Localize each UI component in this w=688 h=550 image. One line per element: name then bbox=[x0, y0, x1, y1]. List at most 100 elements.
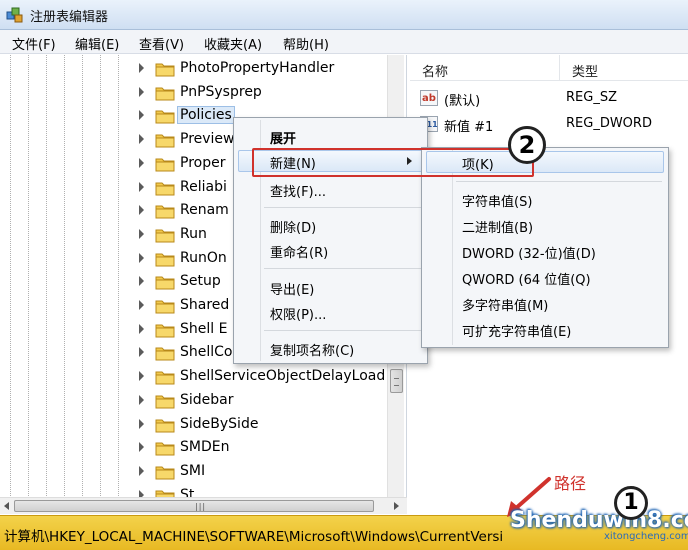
tree-item-label: Setup bbox=[180, 273, 221, 290]
new-submenu: 项(K) 字符串值(S) 二进制值(B) DWORD (32-位)值(D) QW… bbox=[421, 147, 669, 348]
expand-arrow-icon[interactable] bbox=[139, 489, 144, 497]
value-row[interactable]: ab (默认) REG_SZ bbox=[410, 86, 688, 110]
folder-icon bbox=[155, 300, 175, 314]
tree-item[interactable]: St bbox=[0, 484, 390, 497]
expand-arrow-icon[interactable] bbox=[139, 157, 144, 168]
menu-separator bbox=[264, 268, 424, 269]
tree-item-label: Run bbox=[180, 225, 207, 242]
scroll-right-arrow-icon[interactable] bbox=[394, 502, 399, 510]
expand-arrow-icon[interactable] bbox=[139, 252, 144, 263]
sub-qword-value[interactable]: QWORD (64 位值(Q) bbox=[462, 269, 591, 288]
value-type: REG_SZ bbox=[566, 90, 617, 105]
expand-arrow-icon[interactable] bbox=[139, 347, 144, 358]
expand-arrow-icon[interactable] bbox=[139, 394, 144, 405]
expand-arrow-icon[interactable] bbox=[139, 442, 144, 453]
expand-arrow-icon[interactable] bbox=[139, 228, 144, 239]
tree-item-label: Shell E bbox=[180, 320, 228, 337]
tree-item[interactable]: Sidebar bbox=[0, 389, 390, 413]
tree-item[interactable]: ShellServiceObjectDelayLoad bbox=[0, 365, 390, 389]
tree-item-label: RunOn bbox=[180, 249, 227, 266]
tree-item-label: ShellCo bbox=[180, 344, 233, 361]
menu-view[interactable]: 查看(V) bbox=[139, 34, 184, 53]
title-bar: 注册表编辑器 bbox=[0, 0, 688, 30]
tree-item[interactable]: SMI bbox=[0, 460, 390, 484]
tree-item-label: Reliabi bbox=[180, 178, 227, 195]
tree-item[interactable]: SideBySide bbox=[0, 413, 390, 437]
tree-item-label: PnPSysprep bbox=[180, 83, 262, 100]
ctx-permissions[interactable]: 权限(P)... bbox=[270, 304, 326, 323]
ctx-rename[interactable]: 重命名(R) bbox=[270, 242, 328, 261]
step-1-badge: 1 bbox=[614, 486, 648, 520]
expand-arrow-icon[interactable] bbox=[139, 134, 144, 145]
tree-item-label: St bbox=[180, 486, 195, 497]
expand-arrow-icon[interactable] bbox=[139, 418, 144, 429]
expand-arrow-icon[interactable] bbox=[139, 300, 144, 310]
menu-file[interactable]: 文件(F) bbox=[12, 34, 56, 53]
value-type: REG_DWORD bbox=[566, 116, 652, 131]
folder-icon bbox=[155, 87, 175, 101]
string-value-icon: ab bbox=[420, 90, 438, 106]
expand-arrow-icon[interactable] bbox=[139, 110, 144, 121]
tree-horizontal-scrollbar[interactable]: ||| bbox=[0, 497, 407, 514]
folder-icon bbox=[155, 490, 175, 497]
menu-separator bbox=[456, 181, 662, 182]
path-annotation-label: 路径 bbox=[554, 474, 587, 493]
folder-icon bbox=[155, 276, 175, 290]
column-header-type[interactable]: 类型 bbox=[560, 55, 688, 81]
ctx-find[interactable]: 查找(F)... bbox=[270, 181, 326, 200]
tree-item-label: Proper bbox=[180, 154, 226, 171]
tree-item-label: Shared bbox=[180, 297, 230, 313]
expand-arrow-icon[interactable] bbox=[139, 465, 144, 476]
watermark-sub-text: xitongcheng.com bbox=[604, 531, 688, 542]
expand-arrow-icon[interactable] bbox=[139, 276, 144, 287]
menu-gutter bbox=[452, 150, 453, 345]
tree-item[interactable]: PhotoPropertyHandler bbox=[0, 57, 390, 81]
ctx-expand[interactable]: 展开 bbox=[270, 128, 296, 147]
vertical-scroll-thumb[interactable] bbox=[390, 369, 403, 393]
folder-icon bbox=[155, 466, 175, 480]
expand-arrow-icon[interactable] bbox=[139, 181, 144, 192]
folder-icon bbox=[155, 395, 175, 409]
registry-editor-icon bbox=[6, 7, 23, 23]
registry-path: 计算机\HKEY_LOCAL_MACHINE\SOFTWARE\Microsof… bbox=[4, 529, 504, 545]
tree-item-label: SMDEn bbox=[180, 439, 230, 456]
value-name: (默认) bbox=[444, 94, 481, 109]
folder-icon bbox=[155, 63, 175, 77]
window-title: 注册表编辑器 bbox=[30, 10, 109, 25]
folder-icon bbox=[155, 205, 175, 219]
folder-icon bbox=[155, 158, 175, 172]
tree-item[interactable]: SMDEn bbox=[0, 436, 390, 460]
expand-arrow-icon[interactable] bbox=[139, 323, 144, 334]
ctx-copy-key-name[interactable]: 复制项名称(C) bbox=[270, 340, 354, 359]
folder-icon bbox=[155, 371, 175, 385]
sub-string-value[interactable]: 字符串值(S) bbox=[462, 191, 532, 210]
menu-help[interactable]: 帮助(H) bbox=[283, 34, 329, 53]
sub-expandable-string-value[interactable]: 可扩充字符串值(E) bbox=[462, 321, 571, 340]
horizontal-scroll-thumb[interactable]: ||| bbox=[14, 500, 374, 512]
ctx-delete[interactable]: 删除(D) bbox=[270, 217, 316, 236]
tree-item-label: SideBySide bbox=[180, 415, 259, 432]
watermark-main-text: Shenduwin8.com bbox=[510, 508, 688, 533]
expand-arrow-icon[interactable] bbox=[139, 63, 144, 73]
value-row[interactable]: 011 新值 #1 REG_DWORD bbox=[410, 112, 688, 136]
sub-multi-string-value[interactable]: 多字符串值(M) bbox=[462, 295, 548, 314]
folder-icon bbox=[155, 347, 175, 361]
scroll-left-arrow-icon[interactable] bbox=[4, 502, 9, 510]
tree-item-label: Preview bbox=[180, 131, 235, 148]
sub-dword-value[interactable]: DWORD (32-位)值(D) bbox=[462, 243, 596, 262]
folder-icon bbox=[155, 229, 175, 243]
ctx-export[interactable]: 导出(E) bbox=[270, 279, 314, 298]
tree-item-label: Renam bbox=[180, 202, 229, 219]
expand-arrow-icon[interactable] bbox=[139, 205, 144, 216]
value-name: 新值 #1 bbox=[444, 120, 494, 135]
folder-icon bbox=[155, 442, 175, 456]
menu-favorites[interactable]: 收藏夹(A) bbox=[204, 34, 262, 53]
folder-icon bbox=[155, 110, 175, 124]
sub-binary-value[interactable]: 二进制值(B) bbox=[462, 217, 533, 236]
tree-item[interactable]: PnPSysprep bbox=[0, 81, 390, 105]
expand-arrow-icon[interactable] bbox=[139, 86, 144, 97]
expand-arrow-icon[interactable] bbox=[139, 371, 144, 382]
menu-edit[interactable]: 编辑(E) bbox=[75, 34, 119, 53]
column-header-name[interactable]: 名称 bbox=[410, 55, 560, 81]
menu-bar: 文件(F) 编辑(E) 查看(V) 收藏夹(A) 帮助(H) bbox=[0, 30, 688, 54]
